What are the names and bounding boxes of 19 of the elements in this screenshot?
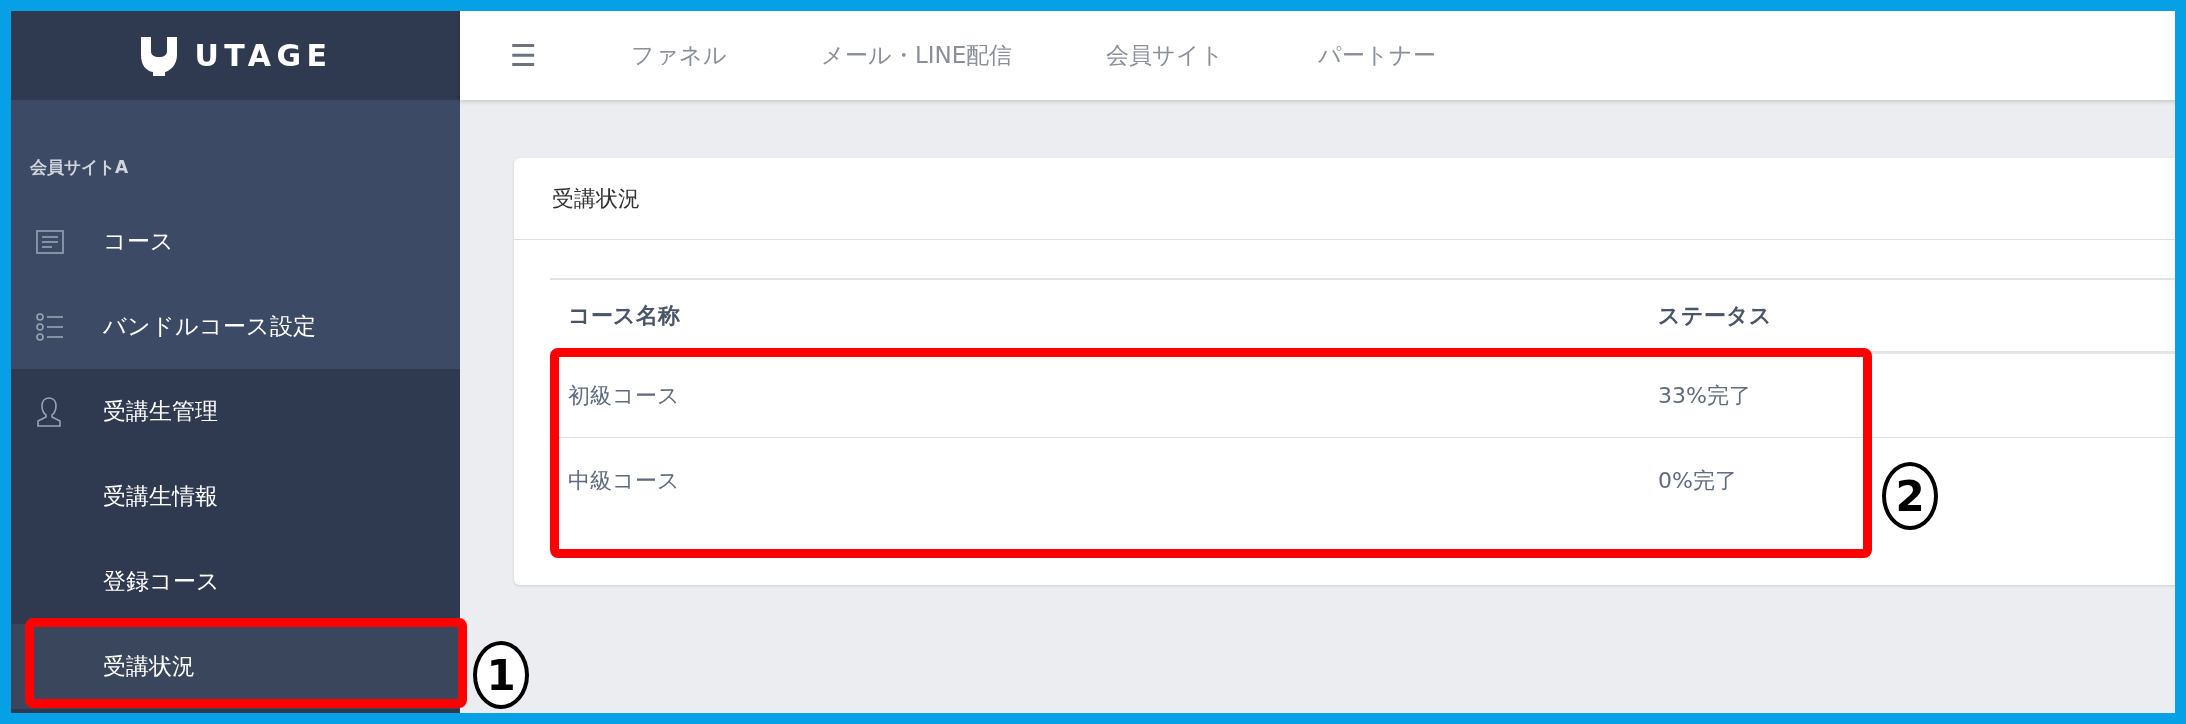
table-cell-text: 33%完了 (1658, 382, 1751, 410)
sidebar-item[interactable]: 受講生情報 (11, 454, 460, 539)
sidebar-item[interactable]: バンドルコース設定 (11, 284, 460, 369)
table-cell-text: 初級コース (567, 382, 681, 410)
sidebar-item[interactable]: コース (11, 199, 460, 284)
logo-icon (138, 34, 179, 77)
user-icon (36, 396, 62, 427)
card-title: 受講状況 (552, 185, 640, 213)
table-cell-text: 中級コース (567, 466, 681, 495)
document-icon (36, 229, 64, 254)
column-header: ステータス (1658, 302, 1772, 330)
column-header: コース名称 (567, 302, 681, 330)
list-icon (36, 312, 64, 341)
sidebar-item[interactable]: 登録コース (11, 539, 460, 624)
logo-text: UTAGE (194, 37, 333, 75)
table-cell-text: 0%完了 (1658, 466, 1737, 495)
sidebar-item[interactable]: 受講生管理 (11, 369, 460, 454)
section-heading: 会員サイトA (30, 155, 129, 179)
annotation-marker: 1 (473, 641, 529, 709)
